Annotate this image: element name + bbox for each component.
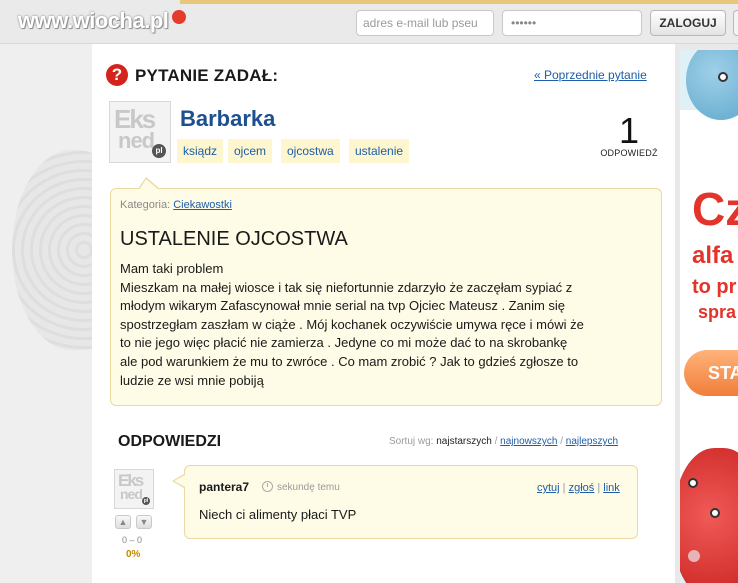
vote-down-button[interactable]: ▼ (136, 515, 152, 529)
answer-username[interactable]: pantera7 (199, 480, 249, 494)
question-body-line: Mam taki problem (120, 261, 224, 276)
ad-creature-top (686, 50, 738, 120)
avatar-badge: pl (142, 497, 150, 505)
author-username[interactable]: Barbarka (180, 106, 275, 132)
sort-newest[interactable]: najnowszych (500, 436, 557, 447)
extra-button[interactable] (733, 10, 738, 36)
ad-line-3: spra (698, 302, 737, 322)
answer-count: 1 (618, 110, 640, 151)
password-input[interactable] (502, 10, 642, 36)
vote-percent: 0% (126, 549, 141, 560)
question-body: Mam taki problem Mieszkam na małej wiosc… (120, 260, 650, 390)
tag-ustalenie[interactable]: ustalenie (349, 139, 410, 163)
tag-ksiadz[interactable]: ksiądz (177, 139, 224, 163)
top-bar: www.wiocha.pl ZALOGUJ (0, 0, 738, 44)
sort-oldest[interactable]: najstarszych (436, 436, 492, 447)
answers-heading: ODPOWIEDZI (118, 433, 222, 450)
previous-question-link[interactable]: « Poprzednie pytanie (534, 68, 647, 82)
ad-eye-icon (718, 72, 728, 82)
answer-count-label: ODPOWIEDŹ (600, 148, 658, 158)
answer-actions: cytuj | zgłoś | link (537, 482, 620, 494)
question-heading: PYTANIE ZADAŁ: (135, 66, 279, 85)
answer-text: Niech ci alimenty płaci TVP (199, 507, 357, 522)
question-mark-icon: ? (106, 64, 128, 86)
sort-options: Sortuj wg: najstarszych / najnowszych / … (389, 436, 619, 447)
ad-bubble (688, 550, 700, 562)
answer-box-pointer-fill (174, 475, 185, 487)
tag-ojcostwa[interactable]: ojcostwa (281, 139, 340, 163)
ad-line-1: alfa (692, 242, 734, 269)
site-logo[interactable]: www.wiocha.pl (18, 8, 187, 34)
right-advertisement[interactable]: Cz alfa to pr spra STA (680, 50, 738, 583)
question-body-line: Mieszkam na małej wiosce i tak się niefo… (120, 279, 573, 295)
answer-avatar[interactable]: Eks ned pl (114, 469, 154, 509)
logo-text: www.wiocha.pl (18, 8, 169, 33)
category-label: Kategoria: (120, 199, 171, 211)
question-box-pointer-fill (139, 179, 159, 190)
question-body-line: to nie jego więc płacić nie zamierza . J… (120, 335, 568, 351)
ad-cta-button[interactable]: STA (684, 350, 738, 396)
answer-time: sekundę temu (277, 482, 340, 493)
ad-eye-icon (688, 478, 698, 488)
question-body-line: ludzie ze wsi mnie pobiją (120, 372, 264, 388)
question-title: USTALENIE OJCOSTWA (120, 228, 348, 250)
tab-strip (180, 0, 738, 4)
question-body-line: młodym wikarym Zafascynował mnie serial … (120, 298, 566, 314)
avatar-text-2: ned (118, 128, 155, 153)
avatar-badge: pl (152, 144, 166, 158)
sort-best[interactable]: najlepszych (566, 436, 618, 447)
ad-eye-icon (710, 508, 720, 518)
ad-creature-bottom (680, 448, 738, 583)
question-body-line: ale pod warunkiem że mu to zwróce . Co m… (120, 353, 579, 369)
avatar-text-2: ned (120, 486, 143, 502)
vote-up-button[interactable]: ▲ (115, 515, 131, 529)
permalink-link[interactable]: link (603, 482, 620, 494)
tag-ojcem[interactable]: ojcem (228, 139, 273, 163)
ad-headline: Cz (692, 183, 738, 235)
category-line: Kategoria: Ciekawostki (120, 199, 232, 211)
report-link[interactable]: zgłoś (569, 482, 595, 494)
vote-count: 0 – 0 (122, 535, 143, 545)
answer-box (184, 465, 638, 539)
category-link[interactable]: Ciekawostki (173, 199, 232, 211)
clock-icon (262, 481, 273, 492)
quote-link[interactable]: cytuj (537, 482, 560, 494)
ad-line-2: to pr (692, 276, 737, 298)
email-input[interactable] (356, 10, 494, 36)
login-button[interactable]: ZALOGUJ (650, 10, 726, 36)
author-avatar[interactable]: Eks ned pl (109, 101, 171, 163)
sort-label: Sortuj wg: (389, 436, 434, 447)
question-body-line: spostrzegłam zaszłam w ciąże . Mój kocha… (120, 316, 584, 332)
logo-decoration-icon (172, 10, 187, 24)
